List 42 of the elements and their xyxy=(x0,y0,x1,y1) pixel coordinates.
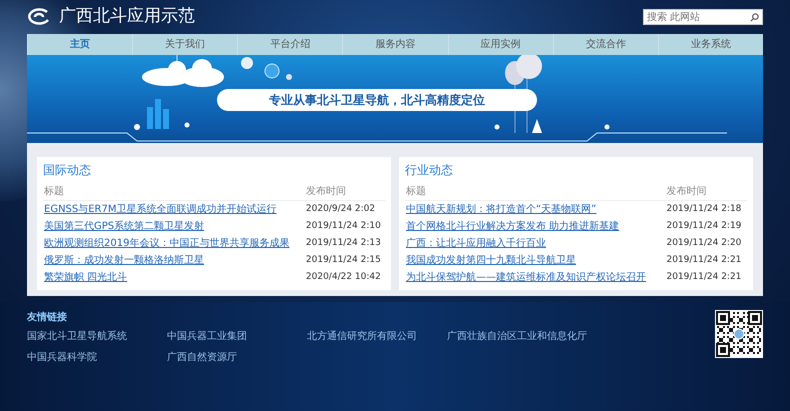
news-link[interactable]: 俄罗斯：成功发射一颗格洛纳斯卫星 xyxy=(44,255,204,266)
date-cell-text: 2019/11/24 2:21 xyxy=(665,254,742,267)
column-header: 标题 xyxy=(43,183,300,200)
footer-link[interactable]: 国家北斗卫星导航系统 xyxy=(27,331,127,342)
date-cell-text: 2020/4/22 10:42 xyxy=(304,271,382,284)
footer-link[interactable]: 广西壮族自治区工业和信息化厅 xyxy=(447,331,587,342)
news-link[interactable]: 为北斗保驾护航——建筑运维标准及知识产权论坛召开 xyxy=(406,272,646,283)
footer-link[interactable]: 中国兵器科学院 xyxy=(27,352,97,363)
date-cell-text: 2019/11/24 2:20 xyxy=(665,237,742,250)
cone-icon xyxy=(532,119,542,133)
footer-heading: 友情链接 xyxy=(27,310,68,325)
news-link[interactable]: EGNSS与ER7M卫星系统全面联调成功并开始试运行 xyxy=(44,204,276,215)
news-link[interactable]: 美国第三代GPS系统第二颗卫星发射 xyxy=(44,221,204,232)
news-link[interactable]: 中国航天新规划：将打造首个“天基物联网” xyxy=(406,204,596,215)
news-link[interactable]: 繁荣旗帜 四光北斗 xyxy=(44,272,128,283)
footer-link[interactable]: 北方通信研究所有限公司 xyxy=(307,331,417,342)
qr-code xyxy=(715,310,763,358)
search-field[interactable]: 搜索 此网站 xyxy=(643,9,763,25)
panel-title: 行业动态 xyxy=(405,162,454,179)
site-title: 广西北斗应用示范 xyxy=(59,5,195,28)
column-header: 发布时间 xyxy=(300,183,385,200)
footer-link[interactable]: 中国兵器工业集团 xyxy=(167,331,247,342)
panel-title: 国际动态 xyxy=(43,162,92,179)
date-cell-text: 2019/11/24 2:15 xyxy=(304,254,382,267)
date-cell-text: 2019/11/24 2:13 xyxy=(304,237,382,250)
news-link[interactable]: 广西：让北斗应用融入千行百业 xyxy=(406,238,546,249)
news-link[interactable]: 首个网格北斗行业解决方案发布 助力推进新基建 xyxy=(406,221,620,232)
news-link[interactable]: 我国成功发射第四十九颗北斗导航卫星 xyxy=(406,255,576,266)
search-icon[interactable] xyxy=(750,13,759,22)
news-link[interactable]: 欧洲观测组织2019年会议：中国正与世界共享服务成果 xyxy=(44,238,290,249)
date-cell-text: 2019/11/24 2:21 xyxy=(665,271,742,284)
date-cell-text: 2019/11/24 2:19 xyxy=(665,220,742,233)
date-cell: 2019/11/24 2:18 xyxy=(660,200,747,218)
logo-icon xyxy=(27,8,51,26)
column-header: 标题 xyxy=(405,183,660,200)
footer-link[interactable]: 广西自然资源厅 xyxy=(167,352,237,363)
slogan-text: 专业从事北斗卫星导航，北斗高精度定位 xyxy=(217,89,537,111)
column-header: 发布时间 xyxy=(660,183,747,200)
date-cell-text: 2019/11/24 2:10 xyxy=(304,220,382,233)
building-drawing xyxy=(147,99,169,129)
date-cell: 2020/9/24 2:02 xyxy=(300,200,385,218)
bubble-drawing xyxy=(241,57,292,80)
